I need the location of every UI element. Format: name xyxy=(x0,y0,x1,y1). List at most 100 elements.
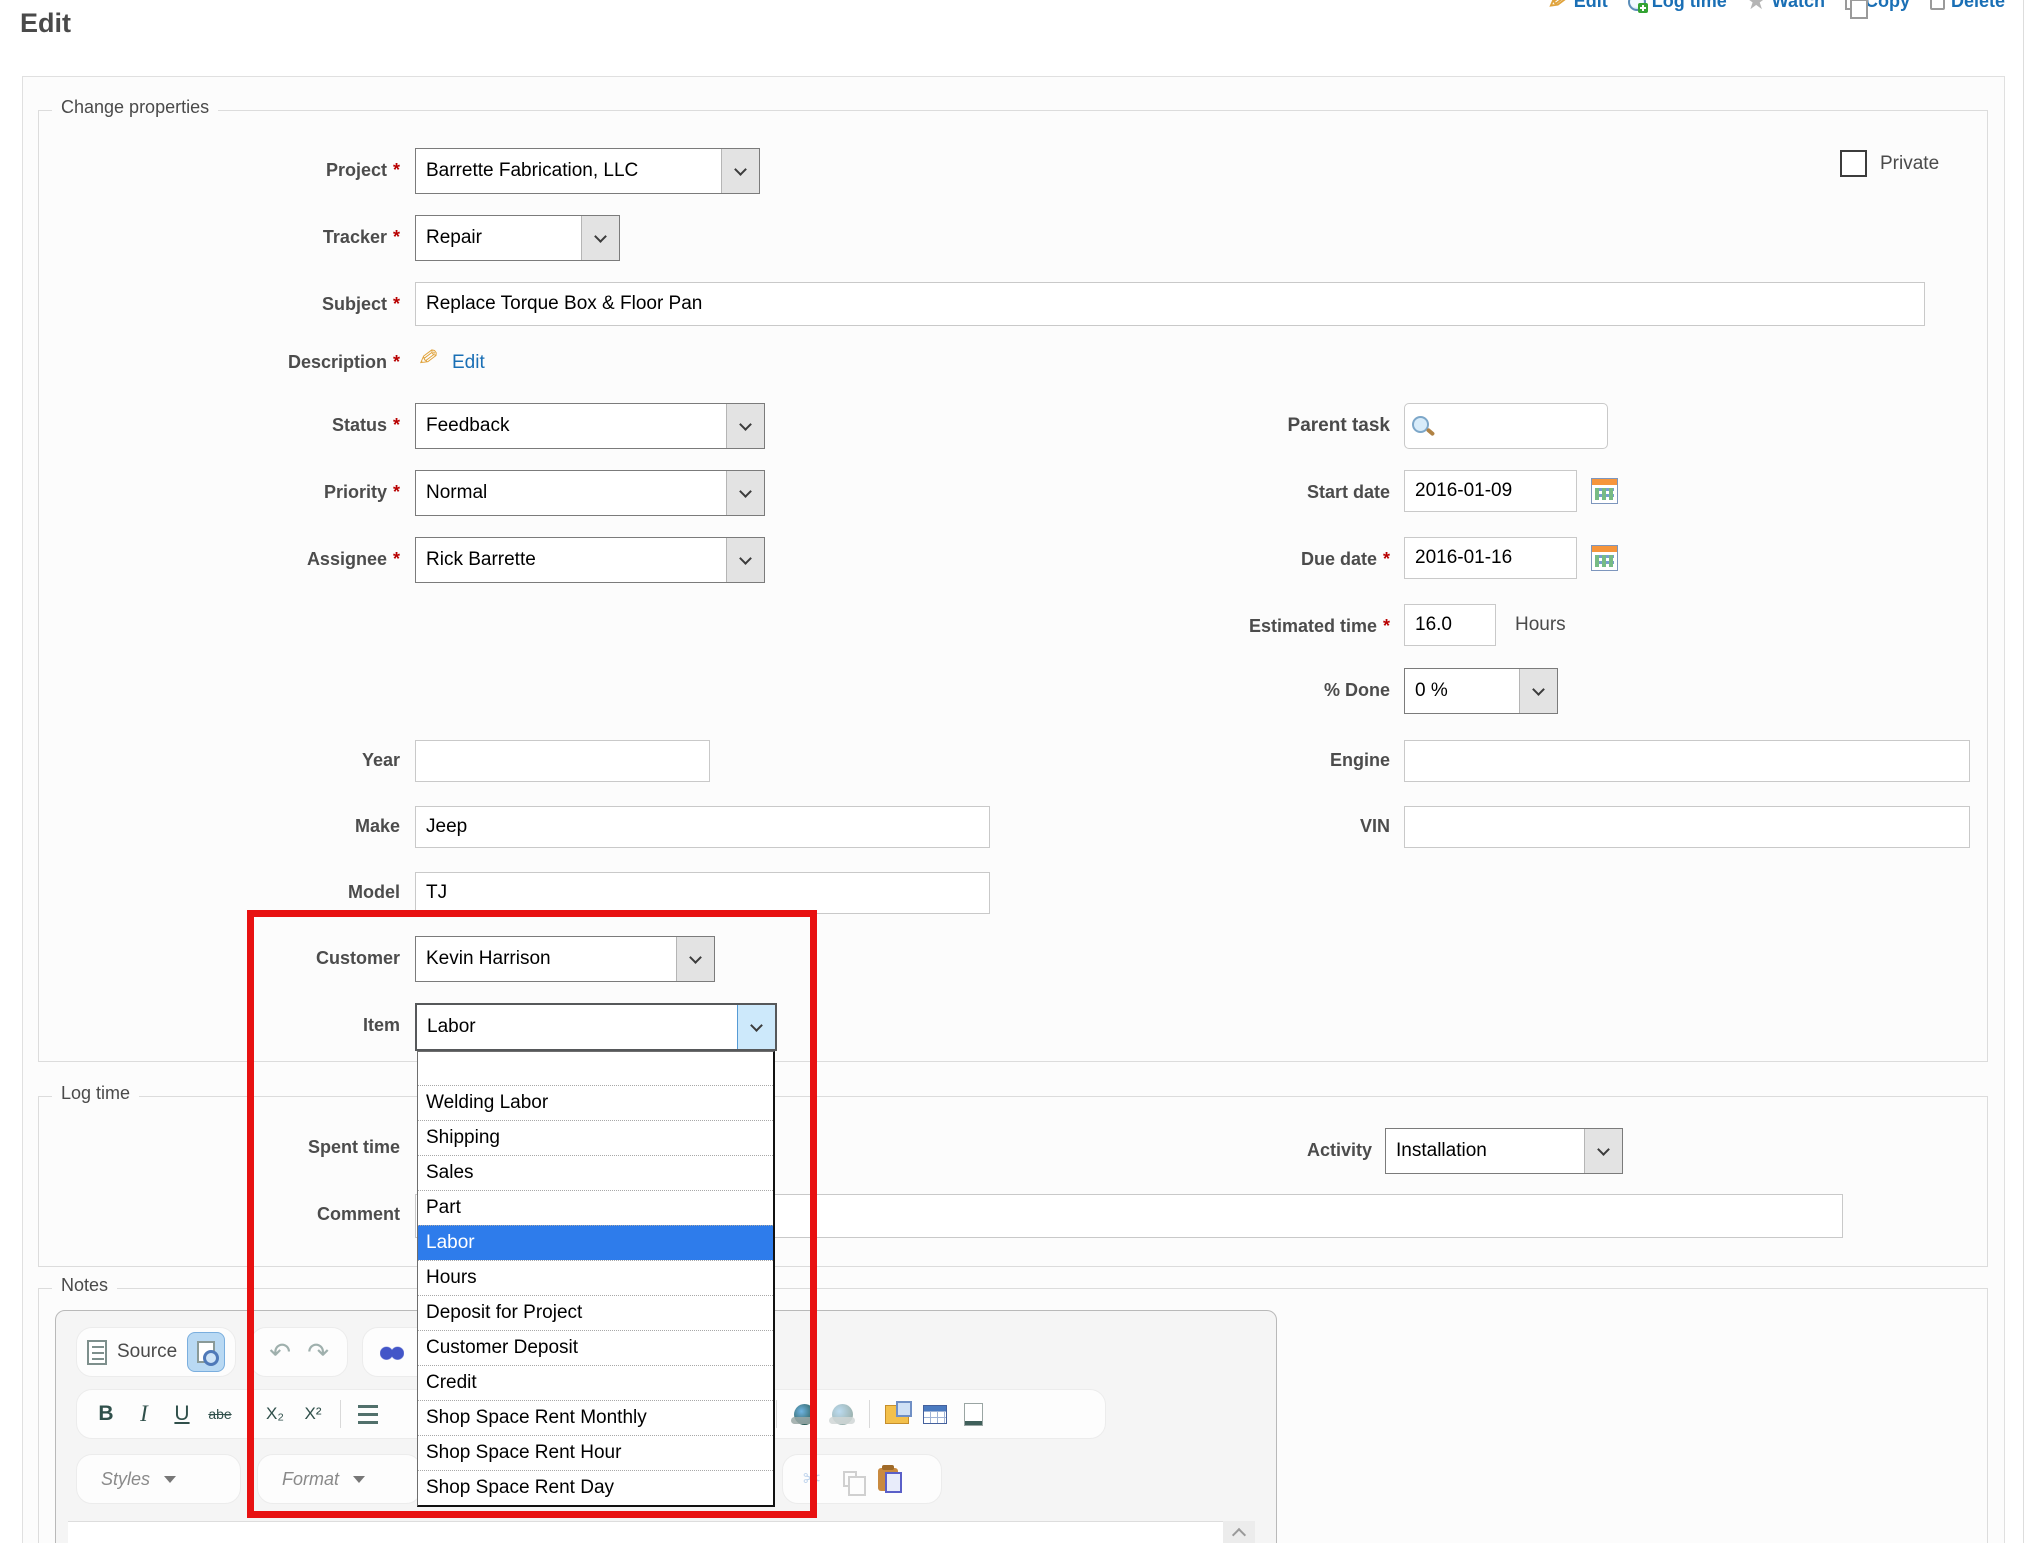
image-button[interactable] xyxy=(878,1394,916,1434)
tracker-select-arrow[interactable] xyxy=(581,216,619,260)
activity-select[interactable]: Installation xyxy=(1385,1128,1623,1174)
styles-dropdown-label: Styles xyxy=(101,1469,150,1490)
priority-select[interactable]: Normal xyxy=(415,470,765,516)
make-input[interactable] xyxy=(415,806,990,848)
estimated-time-label: Estimated time* xyxy=(1050,616,1390,637)
edit-action-link[interactable]: Edit xyxy=(1548,0,1608,16)
italic-button[interactable] xyxy=(125,1394,163,1434)
item-select[interactable]: Labor xyxy=(415,1003,777,1051)
project-select-value: Barrette Fabrication, LLC xyxy=(416,149,721,193)
item-option[interactable]: Shop Space Rent Day xyxy=(418,1470,773,1505)
paste-button[interactable] xyxy=(869,1459,907,1499)
chevron-down-icon xyxy=(739,485,752,498)
item-option[interactable]: Part xyxy=(418,1190,773,1225)
status-select-arrow[interactable] xyxy=(726,404,764,448)
redo-button[interactable] xyxy=(299,1332,337,1372)
item-option[interactable]: Customer Deposit xyxy=(418,1330,773,1365)
parent-task-input[interactable] xyxy=(1404,403,1608,449)
item-option[interactable]: Labor xyxy=(418,1225,773,1260)
superscript-button[interactable] xyxy=(294,1394,332,1434)
customer-select[interactable]: Kevin Harrison xyxy=(415,936,715,982)
vin-input[interactable] xyxy=(1404,806,1970,848)
status-select[interactable]: Feedback xyxy=(415,403,765,449)
pencil-icon xyxy=(1548,0,1568,16)
horizontal-rule-button[interactable] xyxy=(954,1394,992,1434)
bold-button[interactable] xyxy=(87,1394,125,1434)
item-option[interactable]: Shop Space Rent Hour xyxy=(418,1435,773,1470)
activity-select-arrow[interactable] xyxy=(1584,1129,1622,1173)
calendar-icon[interactable] xyxy=(1591,545,1618,571)
item-option[interactable]: Deposit for Project xyxy=(418,1295,773,1330)
private-label: Private xyxy=(1880,153,2000,175)
percent-done-select-arrow[interactable] xyxy=(1519,669,1557,713)
description-edit-link[interactable]: Edit xyxy=(452,352,485,374)
item-option[interactable]: Welding Labor xyxy=(418,1085,773,1120)
page-title: Edit xyxy=(20,8,71,39)
strikethrough-button[interactable] xyxy=(201,1394,239,1434)
find-button[interactable] xyxy=(373,1332,411,1372)
percent-done-select[interactable]: 0 % xyxy=(1404,668,1558,714)
log-time-action-link[interactable]: Log time xyxy=(1628,0,1727,12)
underline-button[interactable] xyxy=(163,1394,201,1434)
editor-scrollbar[interactable] xyxy=(1223,1521,1255,1543)
table-button[interactable] xyxy=(916,1394,954,1434)
due-date-input[interactable] xyxy=(1404,537,1577,579)
link-button[interactable] xyxy=(785,1394,823,1434)
styles-dropdown[interactable]: Styles xyxy=(76,1454,241,1504)
item-option[interactable]: Hours xyxy=(418,1260,773,1295)
year-input[interactable] xyxy=(415,740,710,782)
chevron-down-icon xyxy=(734,163,747,176)
item-option[interactable]: Shop Space Rent Monthly xyxy=(418,1400,773,1435)
log-time-action-label: Log time xyxy=(1652,0,1727,12)
subject-label: Subject* xyxy=(60,294,400,315)
undo-button[interactable] xyxy=(261,1332,299,1372)
item-option[interactable]: Shipping xyxy=(418,1120,773,1155)
item-option[interactable] xyxy=(418,1052,773,1085)
estimated-time-input[interactable] xyxy=(1404,604,1496,646)
assignee-select-arrow[interactable] xyxy=(726,538,764,582)
private-checkbox[interactable] xyxy=(1840,150,1867,177)
paste-icon xyxy=(878,1468,898,1491)
priority-label: Priority* xyxy=(60,482,400,503)
priority-select-arrow[interactable] xyxy=(726,471,764,515)
clock-icon xyxy=(1628,0,1646,11)
numbered-list-button[interactable] xyxy=(349,1394,387,1434)
delete-action-link[interactable]: Delete xyxy=(1930,0,2005,12)
item-select-arrow[interactable] xyxy=(737,1005,775,1049)
star-icon xyxy=(1747,0,1766,14)
table-icon xyxy=(923,1405,947,1424)
tracker-select[interactable]: Repair xyxy=(415,215,620,261)
chevron-down-icon xyxy=(594,230,607,243)
start-date-input[interactable] xyxy=(1404,470,1577,512)
toolbar-separator xyxy=(869,1400,870,1428)
copy-action-link[interactable]: Copy xyxy=(1845,0,1910,12)
parent-task-label: Parent task xyxy=(1050,415,1390,437)
issue-edit-page: Edit Log time Watch Copy Delete Edit Cha… xyxy=(0,0,2039,1543)
preview-button[interactable] xyxy=(187,1332,225,1372)
due-date-label: Due date* xyxy=(1050,549,1390,570)
page-scrollbar-track[interactable] xyxy=(2023,0,2039,1543)
subscript-button[interactable] xyxy=(256,1394,294,1434)
item-option[interactable]: Sales xyxy=(418,1155,773,1190)
copy-button[interactable] xyxy=(831,1459,869,1499)
source-button[interactable]: Source xyxy=(117,1341,177,1363)
subject-input[interactable] xyxy=(415,282,1925,326)
format-dropdown[interactable]: Format xyxy=(257,1454,422,1504)
calendar-icon[interactable] xyxy=(1591,478,1618,504)
notes-editor-content[interactable] xyxy=(68,1521,1223,1543)
project-select[interactable]: Barrette Fabrication, LLC xyxy=(415,148,760,194)
spent-time-label: Spent time xyxy=(60,1137,400,1158)
unlink-button[interactable] xyxy=(823,1394,861,1434)
source-doc-icon xyxy=(87,1340,107,1365)
item-option[interactable]: Credit xyxy=(418,1365,773,1400)
project-select-arrow[interactable] xyxy=(721,149,759,193)
toolbar-separator xyxy=(247,1400,248,1428)
model-input[interactable] xyxy=(415,872,990,914)
customer-label: Customer xyxy=(60,948,400,969)
cut-button[interactable] xyxy=(793,1459,831,1499)
customer-select-arrow[interactable] xyxy=(676,937,714,981)
engine-input[interactable] xyxy=(1404,740,1970,782)
assignee-select[interactable]: Rick Barrette xyxy=(415,537,765,583)
search-icon xyxy=(1412,416,1429,433)
watch-action-link[interactable]: Watch xyxy=(1747,0,1825,14)
